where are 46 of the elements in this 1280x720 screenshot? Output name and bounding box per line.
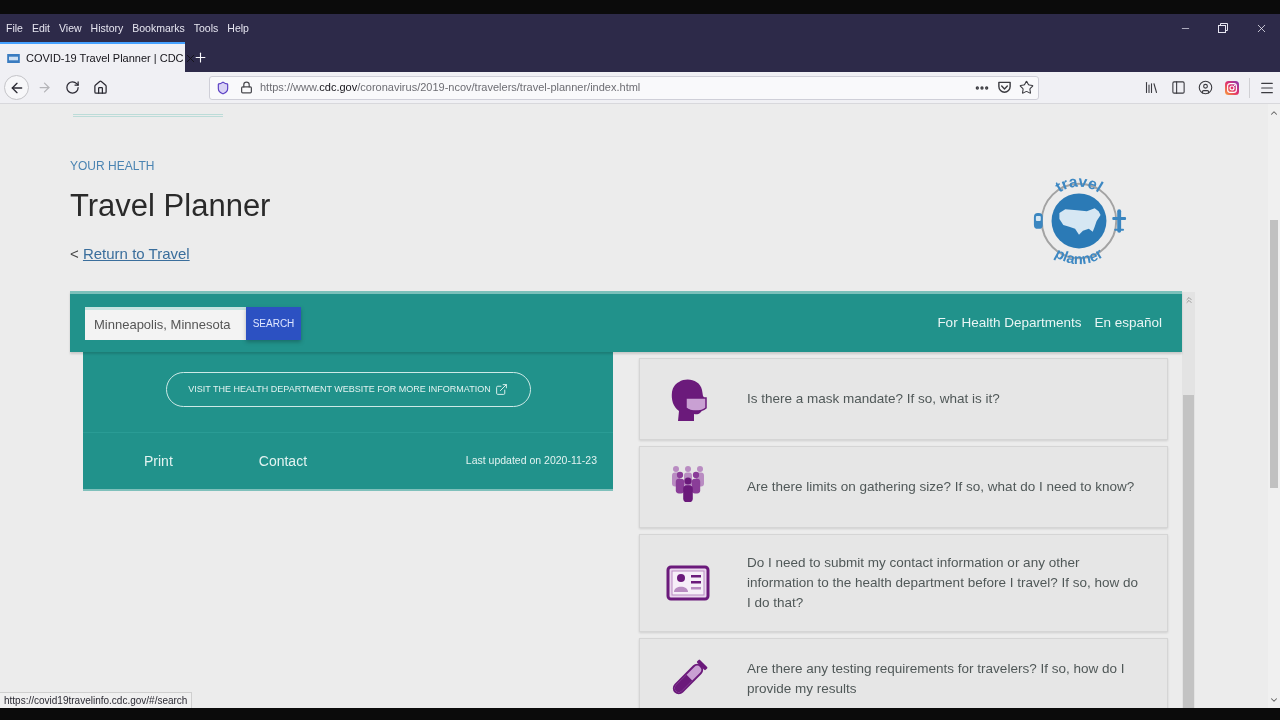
menu-item[interactable]: Edit [31, 21, 50, 35]
site-favicon-icon [7, 53, 20, 63]
plus-icon[interactable] [193, 49, 208, 65]
scroll-up-icon[interactable] [1269, 108, 1279, 118]
status-url: https://covid19travelinfo.cdc.gov/#/search [0, 692, 193, 708]
library-icon[interactable] [1143, 80, 1159, 95]
menu-item[interactable]: History [90, 21, 124, 35]
camera-icon[interactable] [1225, 80, 1239, 95]
external-link-icon [494, 383, 508, 396]
scroll-down-icon[interactable] [1269, 695, 1279, 705]
pocket-icon[interactable] [996, 80, 1012, 95]
account-icon[interactable] [1197, 80, 1213, 95]
last-updated-text: Last updated on 2020-11-23 [465, 453, 597, 469]
question-card[interactable]: Is there a mask mandate? If so, what is it? [639, 358, 1168, 440]
section-label: YOUR HEALTH [70, 158, 155, 174]
address-field[interactable]: https://www.cdc.gov/coronavirus/2019-ncov/travelers/travel-planner/index.html [209, 75, 1039, 100]
restore-icon[interactable] [1218, 23, 1228, 33]
tab-title: COVID-19 Travel Planner | CDC [26, 50, 184, 66]
reload-icon[interactable] [65, 80, 80, 95]
bookmark-star-icon[interactable] [1018, 80, 1034, 95]
scrollbar-thumb[interactable] [1183, 395, 1194, 708]
scrollbar-thumb[interactable] [1270, 220, 1278, 488]
question-text: Do I need to submit my contact information or any other information to the health department before I travel? If so, how do I do that? [747, 554, 1139, 612]
home-icon[interactable] [93, 80, 108, 95]
menu-item[interactable]: Bookmarks [132, 21, 185, 35]
url-text: https://www.cdc.gov/coronavirus/2019-ncov/travelers/travel-planner/index.html [260, 80, 641, 96]
logo-text: planner [1052, 245, 1106, 268]
search-button[interactable]: SEARCH [246, 306, 301, 340]
question-card[interactable]: Are there any testing requirements for travelers? If so, how do I provide my results [639, 638, 1168, 708]
sidebar-icon[interactable] [1170, 80, 1186, 95]
shield-icon[interactable] [216, 80, 230, 95]
page-title: Travel Planner [70, 187, 271, 225]
menu-item[interactable]: View [59, 21, 82, 35]
question-card[interactable]: Do I need to submit my contact information or any other information to the health department before I travel? If so, how do I do that? [639, 534, 1168, 632]
search-field[interactable]: Minneapolis, Minnesota [85, 306, 246, 340]
return-link[interactable]: < Return to Travel [70, 244, 190, 264]
back-button[interactable] [4, 75, 29, 100]
logo-text: travel [1052, 172, 1106, 196]
menu-item[interactable]: Help [227, 21, 249, 35]
question-text: Are there limits on gathering size? If so, what do I need to know? [747, 478, 1136, 496]
question-text: Are there any testing requirements for travelers? If so, how do I provide my results [747, 660, 1126, 698]
menu-item[interactable]: Tools [193, 21, 219, 35]
question-card[interactable]: Are there limits on gathering size? If so, what do I need to know? [639, 446, 1168, 528]
lock-icon[interactable] [240, 81, 253, 94]
question-text: Is there a mask mandate? If so, what is it? [747, 390, 1001, 408]
menu-item[interactable]: File [6, 21, 23, 35]
